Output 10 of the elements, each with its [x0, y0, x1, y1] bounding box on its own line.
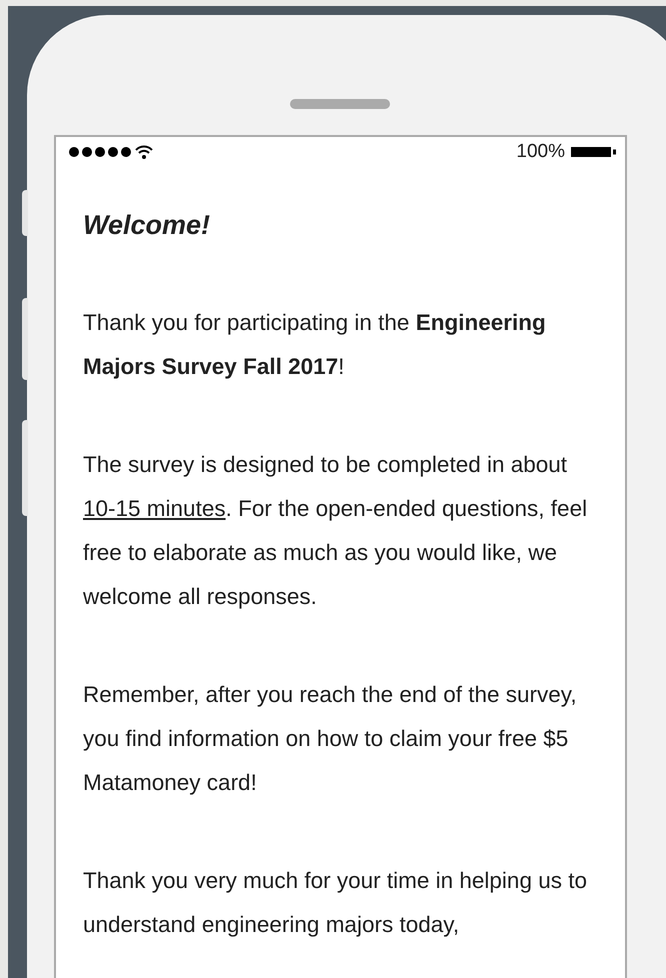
body-paragraph: Remember, after you reach the end of the survey, you find information on how to claim your free $5 Matamoney card! [83, 681, 578, 797]
speaker-icon [290, 99, 390, 109]
battery-icon [571, 146, 617, 158]
welcome-heading: Welcome! [83, 209, 212, 241]
body-paragraph: Thank you for participating in the Engineering Majors Survey Fall 2017! [83, 309, 547, 381]
body-paragraph: Thank you very much for your time in helping us to understand engineering majors today, [83, 867, 588, 939]
signal-icon [69, 147, 131, 157]
battery-percent: 100% [516, 140, 565, 164]
body-paragraph: The survey is designed to be completed in about 10-15 minutes. For the open-ended questions, feel free to elaborate as much as you would like, we welcome all responses. [83, 451, 588, 611]
wifi-icon [135, 145, 153, 159]
